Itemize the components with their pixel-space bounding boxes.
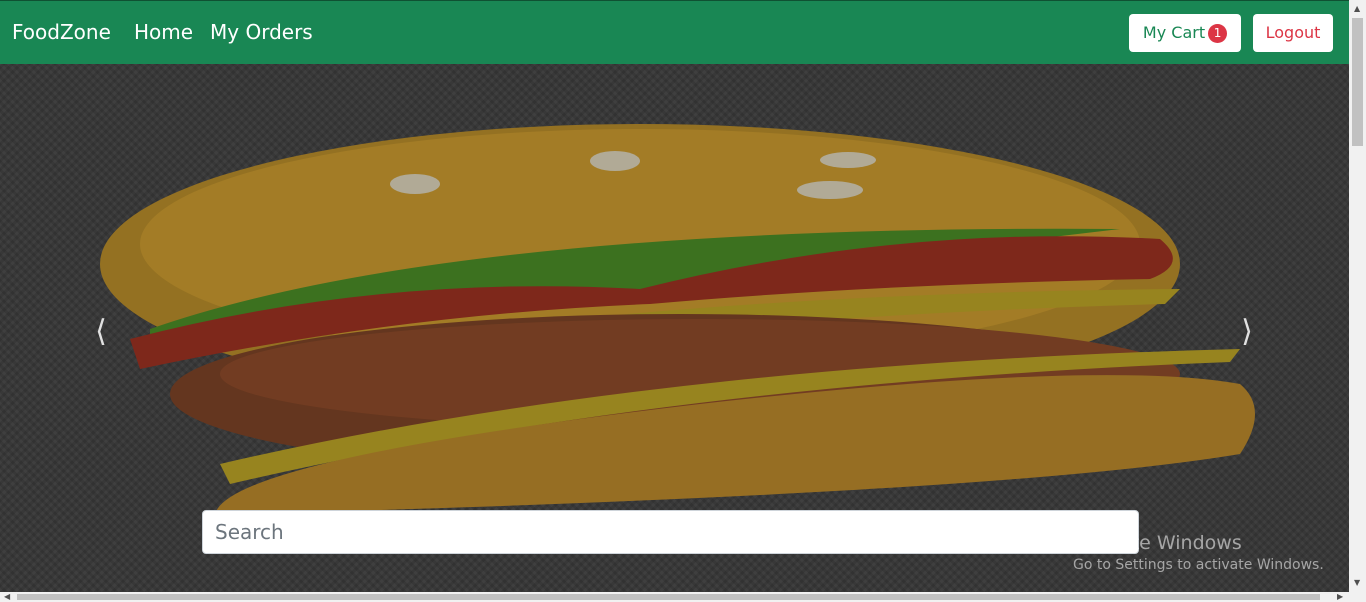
nav-home-link[interactable]: Home	[134, 20, 193, 44]
nav-my-orders-link[interactable]: My Orders	[210, 20, 313, 44]
scroll-left-icon[interactable]: ◀	[4, 592, 10, 601]
search-input[interactable]	[202, 510, 1139, 554]
activate-windows-subtitle: Go to Settings to activate Windows.	[1073, 557, 1324, 573]
scroll-up-icon[interactable]: ▲	[1354, 4, 1360, 13]
horizontal-scroll-thumb[interactable]	[17, 594, 1320, 600]
chevron-right-icon[interactable]: ⟩	[1232, 312, 1262, 352]
scroll-down-icon[interactable]: ▼	[1354, 578, 1360, 587]
cart-label: My Cart	[1142, 23, 1206, 42]
top-navbar: FoodZone Home My Orders My Cart 1 Logout	[0, 0, 1349, 64]
chevron-left-icon[interactable]: ⟨	[86, 312, 116, 352]
my-cart-button[interactable]: My Cart 1	[1129, 14, 1241, 52]
logout-button[interactable]: Logout	[1253, 14, 1333, 52]
brand-logo[interactable]: FoodZone	[12, 20, 111, 44]
vertical-scroll-thumb[interactable]	[1352, 18, 1363, 146]
activate-windows-title: Activate Windows	[1073, 532, 1242, 554]
horizontal-scrollbar[interactable]: ◀ ▶	[0, 592, 1366, 602]
scroll-right-icon[interactable]: ▶	[1337, 592, 1343, 601]
vertical-scrollbar[interactable]: ▲ ▼	[1349, 0, 1366, 592]
cart-count-badge: 1	[1208, 24, 1228, 43]
